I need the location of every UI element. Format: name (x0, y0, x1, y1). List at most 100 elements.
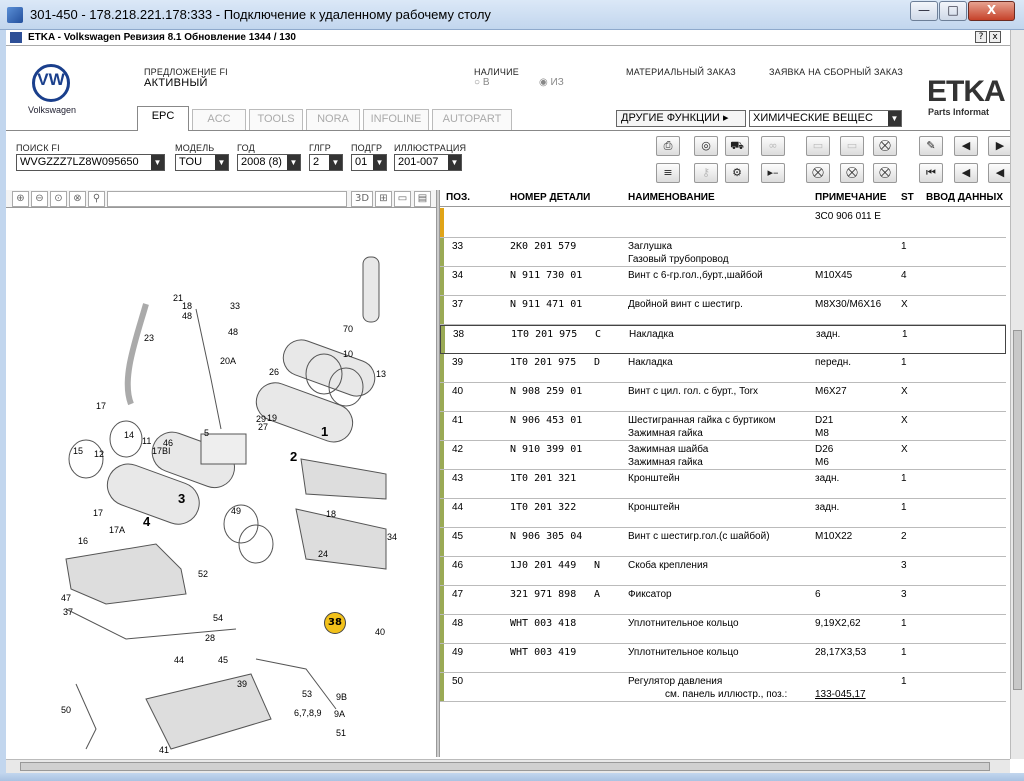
split-icon[interactable]: ⊞ (375, 191, 392, 207)
callout-48b[interactable]: 48 (228, 327, 238, 337)
callout-9b[interactable]: 9B (336, 692, 347, 702)
callout-37[interactable]: 37 (63, 607, 73, 617)
table-row[interactable]: 37 N 911 471 01 Двойной винт с шестигр. M8X… (440, 296, 1006, 325)
callout-50[interactable]: 50 (61, 705, 71, 715)
tab-acc[interactable]: ACC (192, 109, 246, 130)
callout-20a[interactable]: 20A (220, 356, 236, 366)
tab-nora[interactable]: NORA (306, 109, 360, 130)
cart-icon[interactable]: ⛒ (873, 136, 897, 156)
table-row[interactable]: 33 2K0 201 579 Заглушка Газовый трубопровод… (440, 238, 1006, 267)
zoom-fit-icon[interactable]: ⊗ (69, 191, 86, 207)
bike-icon[interactable]: ⚙ (725, 163, 749, 183)
cd-icon[interactable]: ◎ (694, 136, 718, 156)
table-row[interactable]: 41 N 906 453 01 Шестигранная гайка с бурти… (440, 412, 1006, 441)
layout-icon[interactable]: ▭ (394, 191, 411, 207)
elsa-icon[interactable]: ▭ (806, 136, 830, 156)
table-layout-icon[interactable]: ▤ (414, 191, 431, 207)
callout-19[interactable]: 19 (267, 413, 277, 423)
table-row[interactable]: 43 1T0 201 321 Кронштейн задн. 1 (440, 470, 1006, 499)
illustration-select[interactable]: 201-007 ▼ (394, 154, 462, 171)
col-name[interactable]: НАИМЕНОВАНИЕ (628, 192, 715, 203)
tab-infoline[interactable]: INFOLINE (363, 109, 429, 130)
callout-5[interactable]: 5 (204, 428, 209, 438)
truck-icon[interactable]: ⛟ (725, 136, 749, 156)
maximize-button[interactable]: □ (939, 1, 967, 21)
callout-40[interactable]: 40 (375, 627, 385, 637)
callout-16[interactable]: 16 (78, 536, 88, 546)
zoom-out-icon[interactable]: ⊖ (31, 191, 48, 207)
model-select[interactable]: TOU ▼ (175, 154, 229, 171)
diagram-search-input[interactable] (107, 191, 347, 207)
group-select[interactable]: 2 ▼ (309, 154, 343, 171)
callout-51[interactable]: 51 (336, 728, 346, 738)
callout-47[interactable]: 47 (61, 593, 71, 603)
callout-49[interactable]: 49 (231, 506, 241, 516)
row-note-secondary[interactable]: 133-045,17 (815, 689, 866, 700)
callout-9a[interactable]: 9A (334, 709, 345, 719)
callout-15[interactable]: 15 (73, 446, 83, 456)
magnify-icon[interactable]: ⚲ (88, 191, 105, 207)
assembly-order-link[interactable]: ЗАЯВКА НА СБОРНЫЙ ЗАКАЗ (769, 67, 903, 77)
link-icon[interactable]: ∞ (761, 136, 785, 156)
table-row[interactable]: 45 N 906 305 04 Винт с шестигр.гол.(с шайб… (440, 528, 1006, 557)
radio-iz[interactable]: ◉ ИЗ (539, 77, 564, 88)
callout-44[interactable]: 44 (174, 655, 184, 665)
table-row[interactable]: 42 N 910 399 01 Зажимная шайба Зажимная гай… (440, 441, 1006, 470)
cart-out-icon[interactable]: ⛒ (840, 163, 864, 183)
callout-23[interactable]: 23 (144, 333, 154, 343)
play-dash-icon[interactable]: ▸– (761, 163, 785, 183)
callout-14[interactable]: 14 (124, 430, 134, 440)
other-functions-button[interactable]: ДРУГИЕ ФУНКЦИИ ▸ (616, 110, 746, 127)
table-row[interactable]: 38 1T0 201 975 C Накладка задн. 1 (440, 325, 1006, 354)
callout-45[interactable]: 45 (218, 655, 228, 665)
help-button[interactable]: ? (975, 31, 987, 43)
list-icon[interactable]: ≡ (656, 163, 680, 183)
vertical-scrollbar[interactable] (1010, 30, 1024, 759)
scroll-thumb[interactable] (1013, 330, 1022, 690)
cart-in-icon[interactable]: ⛒ (806, 163, 830, 183)
callout-28[interactable]: 28 (205, 633, 215, 643)
cdprof-icon[interactable]: ▭ (840, 136, 864, 156)
callout-4[interactable]: 4 (143, 514, 150, 529)
callout-10[interactable]: 10 (343, 349, 353, 359)
callout-13[interactable]: 13 (376, 369, 386, 379)
table-row[interactable]: 34 N 911 730 01 Винт с 6-гр.гол.,бурт.,шай… (440, 267, 1006, 296)
callout-34[interactable]: 34 (387, 532, 397, 542)
callout-17a[interactable]: 17A (109, 525, 125, 535)
callout-41[interactable]: 41 (159, 745, 169, 755)
cart-list-icon[interactable]: ⛒ (873, 163, 897, 183)
callout-17[interactable]: 17 (96, 401, 106, 411)
callout-29[interactable]: 29 (256, 414, 266, 424)
material-order-link[interactable]: МАТЕРИАЛЬНЫЙ ЗАКАЗ (626, 67, 736, 77)
radio-v[interactable]: ○ В (474, 77, 490, 88)
table-row[interactable]: 40 N 908 259 01 Винт с цил. гол. с бурт., … (440, 383, 1006, 412)
table-row[interactable]: 44 1T0 201 322 Кронштейн задн. 1 (440, 499, 1006, 528)
zoom-in-icon[interactable]: ⊕ (12, 191, 29, 207)
callout-3[interactable]: 3 (178, 491, 185, 506)
year-select[interactable]: 2008 (8) ▼ (237, 154, 301, 171)
callout-54[interactable]: 54 (213, 613, 223, 623)
callout-39[interactable]: 39 (237, 679, 247, 689)
table-row[interactable]: 47 321 971 898 A Фиксатор 6 3 (440, 586, 1006, 615)
col-st[interactable]: ST (901, 192, 914, 203)
etka-close-button[interactable]: x (989, 31, 1001, 43)
table-row[interactable]: 50 Регулятор давления см. панель иллюстр.,… (440, 673, 1006, 702)
search-fi-field[interactable]: WVGZZZ7LZ8W095650 ▼ (16, 154, 165, 171)
key-icon[interactable]: ⚷ (694, 163, 718, 183)
table-row[interactable]: 46 1J0 201 449 N Скоба крепления 3 (440, 557, 1006, 586)
close-button[interactable]: X (968, 1, 1015, 21)
callout-70[interactable]: 70 (343, 324, 353, 334)
callout-12[interactable]: 12 (94, 449, 104, 459)
callout-17b[interactable]: 17 (93, 508, 103, 518)
3d-button[interactable]: 3D (351, 191, 373, 207)
minimize-button[interactable]: — (910, 1, 938, 21)
print-icon[interactable]: ⎙ (656, 136, 680, 156)
back-icon[interactable]: ◀ (954, 163, 978, 183)
callout-46[interactable]: 46 (163, 438, 173, 448)
zoom-area-icon[interactable]: ⊙ (50, 191, 67, 207)
callout-53[interactable]: 53 (302, 689, 312, 699)
col-note[interactable]: ПРИМЕЧАНИЕ (815, 192, 886, 203)
callout-38-highlight[interactable]: 38 (324, 612, 346, 634)
callout-1[interactable]: 1 (321, 424, 328, 439)
tab-autopart[interactable]: AUTOPART (432, 109, 512, 130)
